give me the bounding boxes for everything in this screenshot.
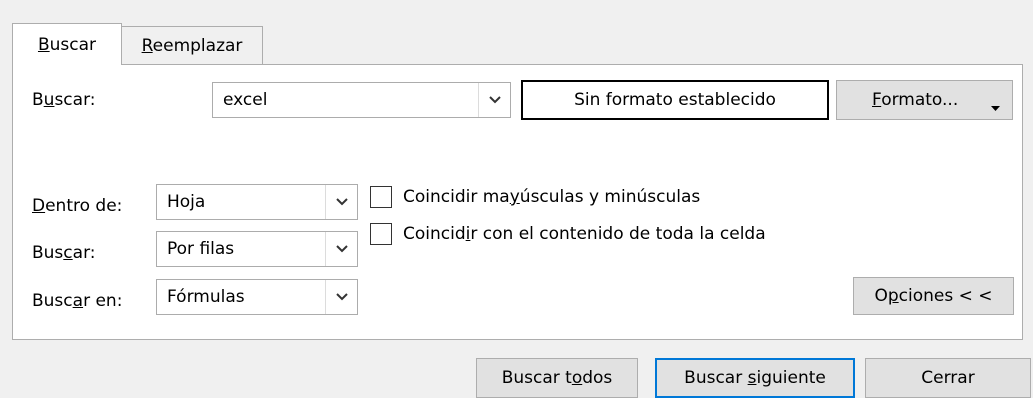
search-combo[interactable]: excel xyxy=(212,82,511,118)
within-select[interactable]: Hoja xyxy=(156,184,358,220)
chevron-down-icon[interactable] xyxy=(325,185,357,219)
look-in-select[interactable]: Fórmulas xyxy=(156,279,358,315)
within-value: Hoja xyxy=(167,192,206,212)
match-case-label: Coincidir mayúsculas y minúsculas xyxy=(403,187,701,207)
search-order-value: Por filas xyxy=(167,239,235,259)
search-label: Buscar: xyxy=(32,90,96,110)
options-button-label: Opciones < < xyxy=(874,286,993,306)
find-panel: Buscar: excel Sin formato establecido Fo… xyxy=(12,64,1023,340)
close-button[interactable]: Cerrar xyxy=(865,358,1031,398)
chevron-down-icon[interactable] xyxy=(325,280,357,314)
chevron-down-icon[interactable] xyxy=(325,232,357,266)
tab-reemplazar[interactable]: Reemplazar xyxy=(121,26,263,65)
tab-buscar[interactable]: Buscar xyxy=(12,23,122,65)
format-button[interactable]: Formato... xyxy=(836,80,1013,120)
tab-buscar-label: Buscar xyxy=(37,34,97,55)
match-case-row[interactable]: Coincidir mayúsculas y minúsculas xyxy=(370,186,700,208)
tab-reemplazar-label: Reemplazar xyxy=(141,36,243,56)
search-order-label: Buscar: xyxy=(32,243,96,263)
format-button-label: Formato... xyxy=(872,90,959,110)
format-preview: Sin formato establecido xyxy=(521,80,829,120)
look-in-value: Fórmulas xyxy=(167,287,245,307)
match-entire-row[interactable]: Coincidir con el contenido de toda la ce… xyxy=(370,223,766,245)
search-order-select[interactable]: Por filas xyxy=(156,231,358,267)
format-preview-text: Sin formato establecido xyxy=(574,90,776,110)
match-entire-checkbox[interactable] xyxy=(370,223,392,245)
within-label: Dentro de: xyxy=(32,196,123,216)
match-entire-label: Coincidir con el contenido de toda la ce… xyxy=(403,224,766,244)
look-in-label: Buscar en: xyxy=(32,291,123,311)
match-case-checkbox[interactable] xyxy=(370,186,392,208)
find-all-label: Buscar todos xyxy=(501,368,613,388)
chevron-down-icon[interactable] xyxy=(478,83,510,117)
caret-down-icon xyxy=(991,97,1000,117)
options-button[interactable]: Opciones < < xyxy=(853,277,1014,315)
find-all-button[interactable]: Buscar todos xyxy=(476,358,638,398)
close-label: Cerrar xyxy=(921,368,975,388)
search-input[interactable]: excel xyxy=(213,90,478,110)
find-next-label: Buscar siguiente xyxy=(684,368,826,388)
find-next-button[interactable]: Buscar siguiente xyxy=(655,358,855,398)
